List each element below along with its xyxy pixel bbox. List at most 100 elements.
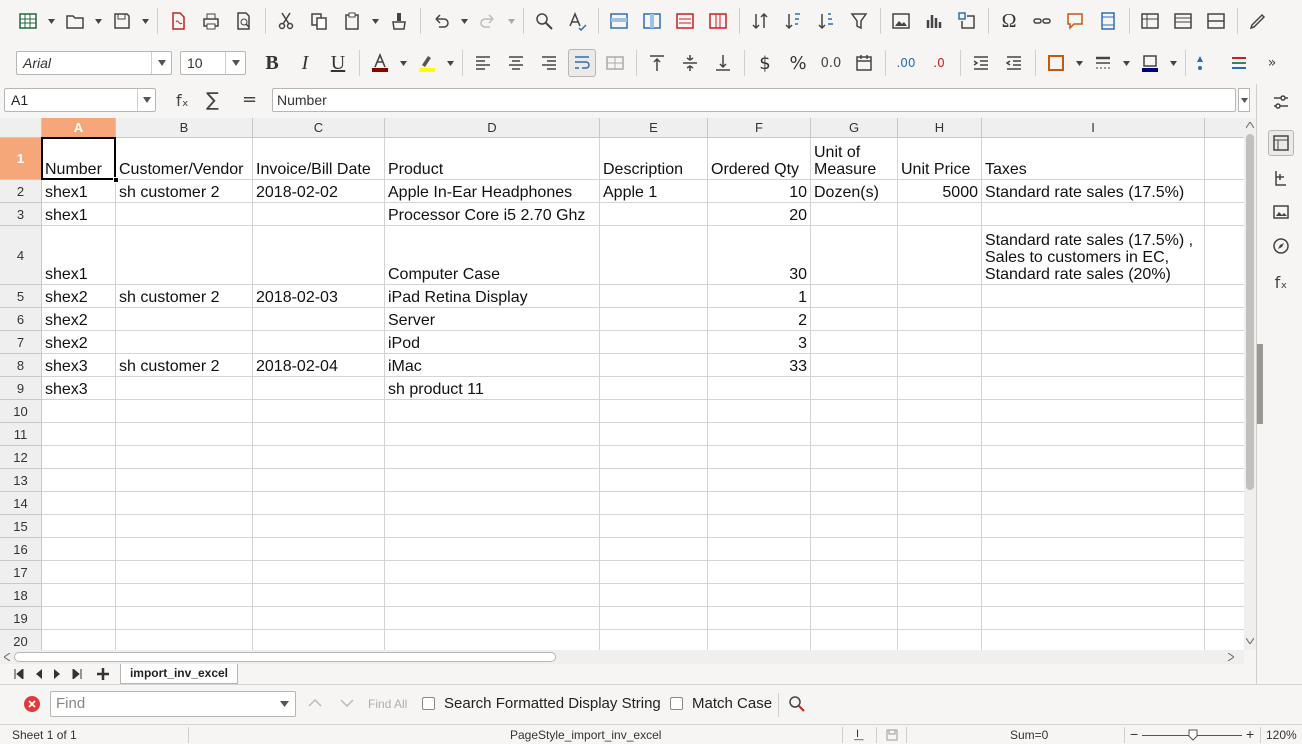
grid-cell[interactable] [708, 538, 811, 561]
save-dropdown[interactable] [141, 7, 149, 35]
grid-cell[interactable] [253, 469, 385, 492]
find-previous-icon[interactable] [308, 699, 322, 707]
grid-cell[interactable] [898, 423, 982, 446]
grid-cell[interactable] [116, 469, 253, 492]
grid-cell[interactable] [600, 630, 708, 650]
grid-cell[interactable] [811, 331, 898, 354]
horizontal-scroll-thumb[interactable] [14, 652, 556, 662]
column-header[interactable]: H [898, 118, 982, 138]
grid-cell[interactable] [385, 630, 600, 650]
grid-cell[interactable] [982, 203, 1205, 226]
grid-cell[interactable] [116, 630, 253, 650]
expand-formula-bar-icon[interactable] [1238, 88, 1250, 112]
align-bottom-icon[interactable] [709, 49, 737, 77]
autofilter-icon[interactable] [845, 7, 873, 35]
row-icon[interactable] [605, 7, 633, 35]
column-header[interactable]: F [708, 118, 811, 138]
define-print-area-icon[interactable] [1136, 7, 1164, 35]
sheet-tab-import-inv-excel[interactable]: import_inv_excel [120, 664, 238, 684]
find-replace-icon[interactable] [788, 695, 806, 713]
percent-icon[interactable]: % [784, 49, 812, 77]
match-case-checkbox[interactable] [670, 697, 683, 710]
grid-cell[interactable] [253, 377, 385, 400]
spelling-icon[interactable] [563, 7, 591, 35]
grid-cell[interactable] [600, 400, 708, 423]
column-header[interactable]: G [811, 118, 898, 138]
borders-icon[interactable] [1042, 49, 1070, 77]
scroll-left-icon[interactable] [4, 653, 10, 661]
open-icon[interactable] [61, 7, 89, 35]
grid-cell[interactable]: 2018-02-04 [253, 354, 385, 377]
column-icon[interactable] [638, 7, 666, 35]
grid-cell[interactable] [1205, 584, 1244, 607]
chevron-down-icon[interactable] [225, 52, 245, 74]
row-header[interactable]: 14 [0, 492, 42, 515]
chart-icon[interactable] [920, 7, 948, 35]
row-header[interactable]: 10 [0, 400, 42, 423]
chevron-down-icon[interactable] [280, 701, 289, 707]
column-header[interactable] [1205, 118, 1244, 138]
grid-cell[interactable] [898, 377, 982, 400]
comment-icon[interactable] [1061, 7, 1089, 35]
grid-cell[interactable] [898, 226, 982, 285]
italic-icon[interactable]: I [291, 49, 319, 77]
grid-cell[interactable]: Computer Case [385, 226, 600, 285]
grid-cell[interactable] [253, 515, 385, 538]
find-next-icon[interactable] [340, 699, 354, 707]
grid-cell[interactable] [811, 423, 898, 446]
borders-dropdown[interactable] [1075, 49, 1083, 77]
grid-cell[interactable] [708, 607, 811, 630]
scroll-down-icon[interactable] [1246, 638, 1254, 644]
new-dropdown[interactable] [47, 7, 55, 35]
grid-cell[interactable] [253, 203, 385, 226]
grid-cell[interactable] [1205, 400, 1244, 423]
align-top-icon[interactable] [643, 49, 671, 77]
next-sheet-icon[interactable] [50, 667, 64, 681]
grid-cell[interactable]: 2018-02-03 [253, 285, 385, 308]
row-header[interactable]: 13 [0, 469, 42, 492]
grid-cell[interactable] [898, 630, 982, 650]
grid-cell[interactable] [600, 492, 708, 515]
pivot-icon[interactable] [953, 7, 981, 35]
grid-cell[interactable] [1205, 180, 1244, 203]
font-color-icon[interactable] [366, 49, 394, 77]
grid-cell[interactable] [1205, 561, 1244, 584]
grid-cell[interactable] [116, 203, 253, 226]
export-pdf-icon[interactable] [164, 7, 192, 35]
grid-cell[interactable] [898, 331, 982, 354]
grid-cell[interactable] [1205, 226, 1244, 285]
grid-cell[interactable] [253, 607, 385, 630]
grid-cell[interactable]: iPod [385, 331, 600, 354]
header-footer-icon[interactable] [1094, 7, 1122, 35]
header-cell[interactable]: Ordered Qty [708, 138, 811, 180]
zoom-in-icon[interactable]: + [1246, 726, 1254, 742]
column-header[interactable]: C [253, 118, 385, 138]
grid-cell[interactable] [600, 377, 708, 400]
grid-cell[interactable] [116, 538, 253, 561]
row-header[interactable]: 3 [0, 203, 42, 226]
grid-cell[interactable] [385, 446, 600, 469]
row-header[interactable]: 9 [0, 377, 42, 400]
bold-icon[interactable]: B [258, 49, 286, 77]
highlight-dropdown[interactable] [446, 49, 454, 77]
spreadsheet-new-icon[interactable] [14, 7, 42, 35]
sidebar-settings-icon[interactable] [1271, 92, 1291, 112]
highlight-icon[interactable] [413, 49, 441, 77]
grid-cell[interactable] [982, 354, 1205, 377]
grid-cell[interactable] [811, 492, 898, 515]
grid-cell[interactable] [600, 203, 708, 226]
grid-cell[interactable] [253, 446, 385, 469]
grid-cell[interactable] [811, 607, 898, 630]
grid-cell[interactable] [811, 377, 898, 400]
chevron-down-icon[interactable] [151, 52, 171, 74]
print-preview-icon[interactable] [230, 7, 258, 35]
grid-cell[interactable] [982, 331, 1205, 354]
grid-cell[interactable] [253, 584, 385, 607]
delete-decimal-icon[interactable]: .0 [925, 49, 953, 77]
grid-cell[interactable] [385, 515, 600, 538]
align-center-icon[interactable] [502, 49, 530, 77]
header-cell[interactable]: Unit Price [898, 138, 982, 180]
open-dropdown[interactable] [94, 7, 102, 35]
grid-cell[interactable] [253, 492, 385, 515]
grid-cell[interactable] [898, 515, 982, 538]
